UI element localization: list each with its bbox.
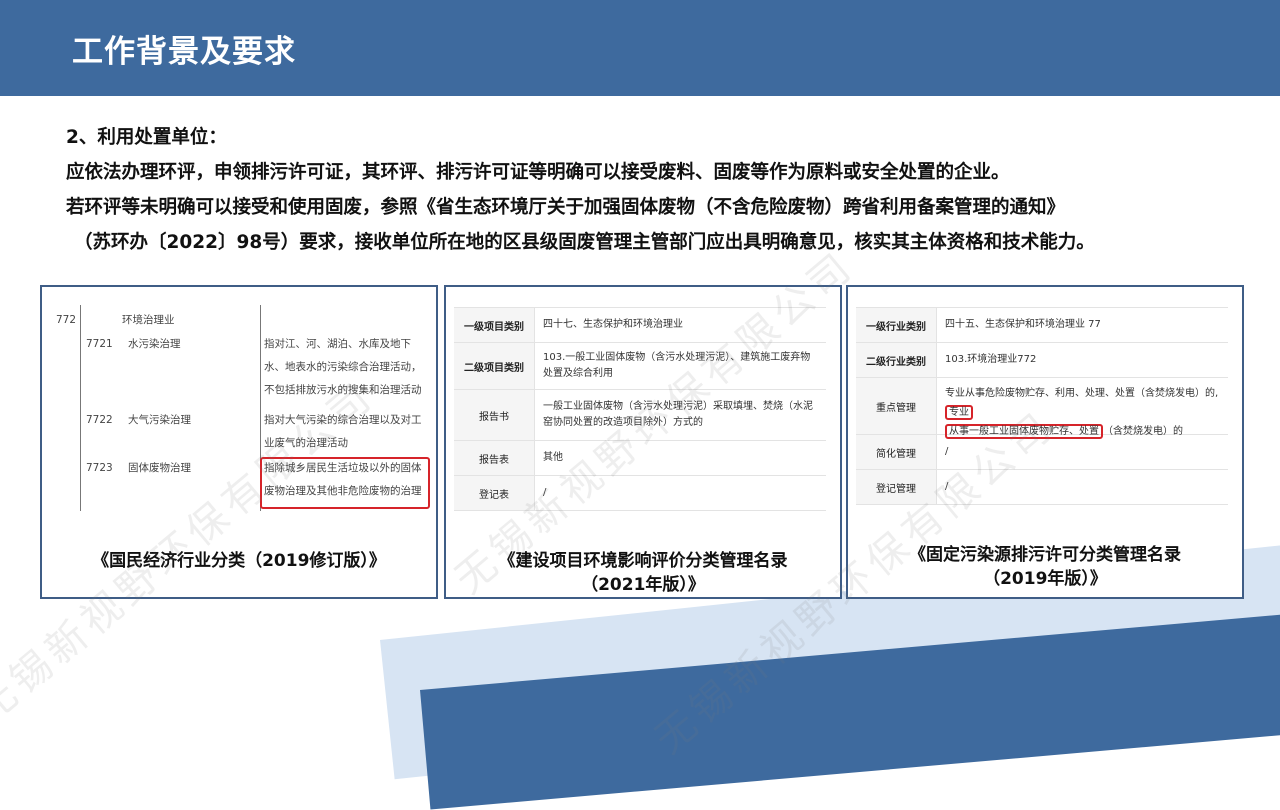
row-key: 报告表 (454, 441, 535, 475)
intro-line-2: 若环评等未明确可以接受和使用固废，参照《省生态环境厅关于加强固体废物（不含危险废… (66, 197, 1066, 218)
row-key: 简化管理 (856, 435, 937, 469)
table-row: 一级项目类别 四十七、生态保护和环境治理业 (454, 307, 826, 343)
panel-permit-catalog: 一级行业类别 四十五、生态保护和环境治理业 77 二级行业类别 103.环境治理… (846, 285, 1244, 599)
row-value: 103.一般工业固体废物（含污水处理污泥）、建筑施工废弃物处置及综合利用 (543, 352, 811, 379)
row-value: / (543, 487, 547, 498)
caption-line-1: 《固定污染源排污许可分类管理名录 (909, 545, 1181, 565)
row-value: 103.环境治理业772 (945, 354, 1037, 365)
name-7721: 水污染治理 (128, 338, 181, 350)
intro-line-3: （苏环办〔2022〕98号）要求，接收单位所在地的区县级固废管理主管部门应出具明… (74, 232, 1095, 253)
row-value: 四十七、生态保护和环境治理业 (543, 319, 683, 330)
table-row: 登记表 / (454, 476, 826, 511)
highlight-box (260, 457, 430, 509)
code-7722: 7722 (86, 414, 113, 426)
table-row: 简化管理 / (856, 435, 1228, 470)
code-7723: 7723 (86, 462, 113, 474)
row-key: 重点管理 (856, 378, 937, 434)
panel-industry-classification: 772 环境治理业 7721 水污染治理 指对江、河、湖泊、水库及地下水、地表水… (40, 285, 438, 599)
table-row: 报告表 其他 (454, 441, 826, 476)
table-row: 报告书 一般工业固体废物（含污水处理污泥）采取填埋、焚烧（水泥窑协同处置的改造项… (454, 390, 826, 441)
code-772: 772 (56, 314, 77, 326)
caption-line-1: 《建设项目环境影响评价分类管理名录 (498, 551, 788, 571)
highlight-box: 专业 (945, 405, 973, 420)
divider (80, 305, 81, 333)
row-key: 报告书 (454, 390, 535, 440)
table-row: 重点管理 专业从事危险废物贮存、利用、处理、处置（含焚烧发电）的,专业 从事一般工… (856, 378, 1228, 439)
divider (80, 333, 81, 511)
row-value: 专业从事危险废物贮存、利用、处理、处置（含焚烧发电）的,专业 从事一般工业固体废物… (937, 378, 1228, 439)
row-key: 二级项目类别 (454, 343, 535, 389)
row-key: 二级行业类别 (856, 343, 937, 377)
label-772: 环境治理业 (122, 314, 175, 326)
row-key: 一级行业类别 (856, 308, 937, 342)
title-bar: 工作背景及要求 (0, 0, 1280, 96)
code-7721: 7721 (86, 338, 113, 350)
row-value: / (945, 446, 949, 457)
row-value: 四十五、生态保护和环境治理业 77 (945, 319, 1101, 330)
row-value: 其他 (543, 452, 563, 463)
page-title: 工作背景及要求 (72, 34, 296, 70)
intro-line-1: 应依法办理环评，申领排污许可证，其环评、排污许可证等明确可以接受废料、固废等作为… (66, 162, 1010, 183)
caption-line-2: （2019年版）》 (983, 569, 1107, 589)
desc-7721: 指对江、河、湖泊、水库及地下水、地表水的污染综合治理活动，不包括排放污水的搜集和… (264, 338, 422, 396)
caption-panel-3: 《固定污染源排污许可分类管理名录 （2019年版）》 (848, 543, 1242, 591)
intro-heading: 2、利用处置单位： (66, 127, 227, 148)
name-7723: 固体废物治理 (128, 462, 191, 474)
row-key: 登记表 (454, 476, 535, 510)
panel-eia-catalog: 一级项目类别 四十七、生态保护和环境治理业 二级项目类别 103.一般工业固体废… (444, 285, 842, 599)
eia-table: 一级项目类别 四十七、生态保护和环境治理业 二级项目类别 103.一般工业固体废… (454, 307, 826, 511)
row-key: 一级项目类别 (454, 308, 535, 342)
table-row: 登记管理 / (856, 470, 1228, 505)
row-value: 一般工业固体废物（含污水处理污泥）采取填埋、焚烧（水泥窑协同处置的改造项目除外）… (543, 401, 813, 428)
table-row: 二级行业类别 103.环境治理业772 (856, 343, 1228, 378)
table-row: 二级项目类别 103.一般工业固体废物（含污水处理污泥）、建筑施工废弃物处置及综… (454, 343, 826, 390)
key-mgmt-text-a: 专业从事危险废物贮存、利用、处理、处置（含焚烧发电）的, (945, 388, 1219, 399)
name-7722: 大气污染治理 (128, 414, 191, 426)
permit-table: 一级行业类别 四十五、生态保护和环境治理业 77 二级行业类别 103.环境治理… (856, 307, 1228, 505)
row-key: 登记管理 (856, 470, 937, 504)
caption-panel-2: 《建设项目环境影响评价分类管理名录 （2021年版）》 (446, 549, 840, 597)
desc-7722: 指对大气污染的综合治理以及对工业废气的治理活动 (264, 414, 422, 449)
caption-panel-1: 《国民经济行业分类（2019修订版）》 (92, 551, 386, 571)
intro-text: 2、利用处置单位： 应依法办理环评，申领排污许可证，其环评、排污许可证等明确可以… (66, 120, 1246, 260)
table-row: 一级行业类别 四十五、生态保护和环境治理业 77 (856, 307, 1228, 343)
row-value: / (945, 481, 949, 492)
caption-line-2: （2021年版）》 (581, 575, 705, 595)
